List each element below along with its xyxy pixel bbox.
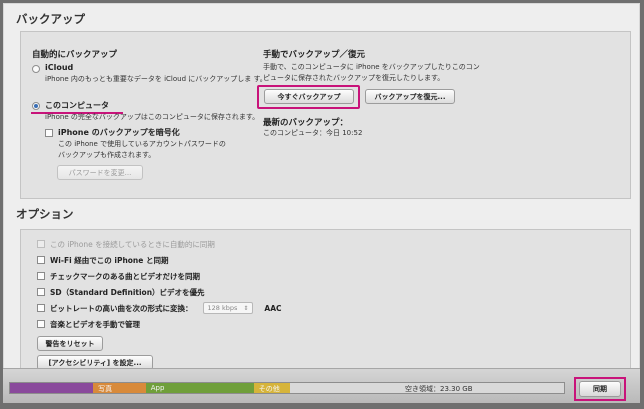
latest-backup-value: このコンピュータ：今日 10:52 [263,129,363,137]
auto-sync-label: この iPhone を接続しているときに自動的に同期 [50,239,215,249]
device-settings-page: バックアップ 自動的にバックアップ iCloud iPhone 内のもっとも重要… [3,3,640,403]
wifi-sync-checkbox[interactable] [37,256,45,264]
icloud-label[interactable]: iCloud [45,63,73,72]
prefer-sd-checkbox[interactable] [37,288,45,296]
storage-segment-other-media [10,383,94,393]
storage-segment-photos: 写真 [93,383,146,393]
options-panel: この iPhone を接続しているときに自動的に同期 Wi-Fi 経由でこの i… [20,229,631,371]
storage-segment-label: 写真 [98,385,113,393]
bitrate-select-value: 128 kbps [207,304,238,312]
sync-button[interactable]: 同期 [579,381,621,397]
this-computer-radio[interactable] [32,102,40,110]
convert-bitrate-label: ビットレートの高い曲を次の形式に変換： [50,303,193,313]
option-prefer-sd[interactable]: SD（Standard Definition）ビデオを優先 [37,286,205,298]
option-manual-manage[interactable]: 音楽とビデオを手動で管理 [37,318,140,330]
wifi-sync-label: Wi-Fi 経由でこの iPhone と同期 [50,255,169,265]
icloud-description: iPhone 内のもっとも重要なデータを iCloud にバックアップしま す。 [45,75,267,83]
manual-backup-description-line1: 手動で、このコンピュータに iPhone をバックアップしたりこのコン [263,63,480,71]
change-password-button[interactable]: パスワードを変更... [57,165,143,180]
storage-segment-label: App [150,384,165,392]
this-computer-label[interactable]: このコンピュータ [45,100,109,111]
storage-bar: 写真 App その他 空き領域：23.30 GB 同期 [3,368,640,403]
backup-panel: 自動的にバックアップ iCloud iPhone 内のもっとも重要なデータを i… [20,31,631,199]
this-computer-description: iPhone の完全なバックアップはこのコンピュータに保存されます。 [45,113,260,121]
storage-segment-other: その他 [253,383,290,393]
bitrate-select[interactable]: 128 kbps ⇕ [202,302,254,314]
convert-bitrate-checkbox[interactable] [37,304,45,312]
manual-backup-description-line2: ピュータに保存されたバックアップを復元したりします。 [263,74,445,82]
option-convert-bitrate[interactable]: ビットレートの高い曲を次の形式に変換： 128 kbps ⇕ AAC [37,302,282,314]
encrypt-description-line2: バックアップも作成されます。 [58,151,156,159]
storage-segment-apps: App [145,383,254,393]
encrypt-backup-checkbox[interactable] [45,129,53,137]
option-auto-sync[interactable]: この iPhone を接続しているときに自動的に同期 [37,238,215,250]
backup-now-button[interactable]: 今すぐバックアップ [264,89,354,104]
restore-backup-button[interactable]: バックアップを復元... [365,89,455,104]
icloud-radio[interactable] [32,65,40,73]
manual-manage-label: 音楽とビデオを手動で管理 [50,319,140,329]
checked-only-checkbox[interactable] [37,272,45,280]
manual-manage-checkbox[interactable] [37,320,45,328]
manual-backup-heading: 手動でバックアップ／復元 [263,50,366,60]
free-space-label: 空き領域：23.30 GB [405,385,473,393]
backup-section-title: バックアップ [16,12,85,26]
encrypt-backup-label[interactable]: iPhone のバックアップを暗号化 [58,127,180,138]
format-label: AAC [264,303,282,313]
storage-segment-label: その他 [258,385,280,393]
auto-backup-heading: 自動的にバックアップ [32,50,118,60]
encrypt-description-line1: この iPhone で使用しているアカウントパスワードの [58,140,226,148]
select-arrows-icon: ⇕ [243,304,249,312]
options-section-title: オプション [16,207,74,221]
latest-backup-heading: 最新のバックアップ： [263,118,349,128]
auto-sync-checkbox[interactable] [37,240,45,248]
option-checked-only[interactable]: チェックマークのある曲とビデオだけを同期 [37,270,200,282]
reset-warnings-button[interactable]: 警告をリセット [37,336,103,351]
prefer-sd-label: SD（Standard Definition）ビデオを優先 [50,287,205,297]
capacity-meter: 写真 App その他 空き領域：23.30 GB [9,382,565,394]
option-wifi-sync[interactable]: Wi-Fi 経由でこの iPhone と同期 [37,254,168,266]
checked-only-label: チェックマークのある曲とビデオだけを同期 [50,271,200,281]
